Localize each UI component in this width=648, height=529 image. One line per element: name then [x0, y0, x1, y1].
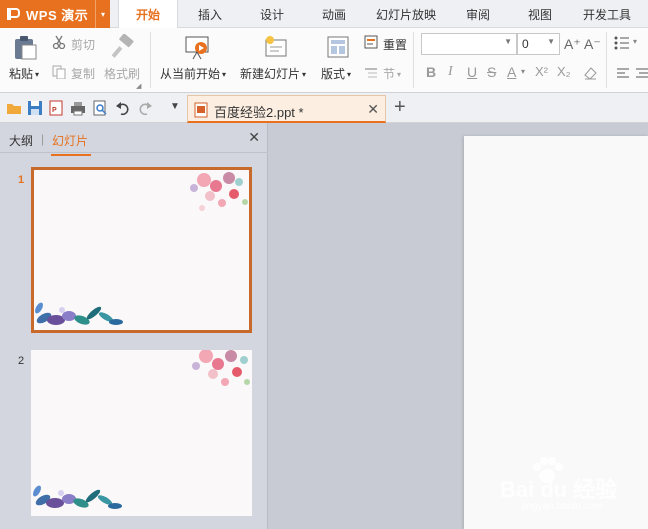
watermark-url: jingyan.baidu.com [522, 501, 603, 512]
tab-insert[interactable]: 插入 [186, 0, 234, 28]
copy-button[interactable]: 复制 [71, 65, 95, 82]
chevron-down-icon: ▼ [504, 37, 512, 46]
tab-slides[interactable]: 幻灯片 [50, 132, 92, 156]
font-name-select[interactable]: ▼ [421, 33, 517, 55]
redo-icon[interactable] [137, 100, 153, 116]
from-current-button[interactable]: 从当前开始 ▾ [160, 65, 226, 82]
font-size-select[interactable]: 0 ▼ [517, 33, 560, 55]
align-center-icon[interactable] [636, 67, 648, 79]
ribbon-divider [606, 32, 607, 88]
reset-icon[interactable] [364, 35, 378, 49]
app-menu-chevron-icon[interactable]: ▾ [95, 0, 110, 28]
scissors-icon[interactable] [52, 35, 66, 49]
new-slide-icon[interactable] [263, 34, 289, 60]
clipboard-launcher-icon[interactable]: ◢ [136, 82, 141, 90]
ribbon-toolbar: 粘贴 ▾ 剪切 复制 格式刷 从当前开始 ▾ 新建幻灯片 ▾ 版式 ▾ 重置 节… [0, 28, 648, 93]
new-slide-label: 新建幻灯片 [240, 67, 301, 81]
tab-home[interactable]: 开始 [118, 0, 178, 29]
baidu-watermark: Bai du 经验 jingyan.baidu.com [500, 457, 648, 529]
paste-button[interactable]: 粘贴 ▾ [9, 65, 39, 82]
grow-font-button[interactable]: A⁺ [564, 36, 581, 53]
save-icon[interactable] [27, 100, 43, 116]
subscript-button[interactable]: X₂ [557, 64, 571, 79]
clear-format-icon[interactable] [582, 65, 598, 81]
copy-icon[interactable] [52, 65, 66, 79]
wps-logo-icon [6, 7, 20, 21]
slide-number: 2 [18, 355, 25, 367]
tab-review[interactable]: 审阅 [454, 0, 502, 28]
superscript-button[interactable]: X² [535, 64, 548, 79]
export-pdf-icon[interactable]: P [48, 100, 64, 116]
slides-panel: 大纲 | 幻灯片 ✕ 1 2 [0, 123, 268, 529]
customize-toolbar-chevron-icon[interactable]: ▼ [170, 101, 180, 112]
layout-button[interactable]: 版式 ▾ [321, 65, 351, 82]
shrink-font-button[interactable]: A⁻ [584, 36, 601, 53]
format-painter-button[interactable]: 格式刷 [104, 65, 140, 82]
new-slide-button[interactable]: 新建幻灯片 ▾ [240, 65, 306, 82]
font-color-chevron-icon[interactable]: ▾ [521, 67, 525, 76]
app-menu-button[interactable]: WPS 演示 ▾ [0, 0, 110, 28]
paste-icon[interactable] [12, 34, 38, 60]
document-tab-name: 百度经验2.ppt * [214, 105, 304, 120]
italic-button[interactable]: I [448, 64, 453, 80]
watermark-brand: Bai du 经验 [500, 477, 618, 502]
strikethrough-button[interactable]: S [487, 64, 496, 80]
tab-design[interactable]: 设计 [248, 0, 296, 28]
bullet-list-chevron-icon[interactable]: ▾ [633, 37, 637, 46]
font-size-value: 0 [522, 37, 529, 51]
close-icon[interactable]: ✕ [248, 129, 260, 146]
paste-label: 粘贴 [9, 67, 34, 81]
quick-access-bar: P ▼ 百度经验2.ppt * ✕ + [0, 93, 648, 123]
ribbon-divider [150, 32, 151, 88]
cut-button[interactable]: 剪切 [71, 36, 95, 53]
tab-developer[interactable]: 开发工具 [576, 0, 638, 28]
panel-tab-divider: | [41, 132, 45, 146]
section-icon[interactable] [364, 66, 378, 80]
open-folder-icon[interactable] [6, 100, 22, 116]
svg-text:P: P [52, 107, 57, 114]
tab-animation[interactable]: 动画 [310, 0, 358, 28]
undo-icon[interactable] [115, 100, 131, 116]
format-painter-icon[interactable] [110, 34, 136, 60]
new-tab-button[interactable]: + [394, 96, 406, 119]
slide-thumbnail-2[interactable] [31, 350, 252, 516]
app-name: WPS 演示 [26, 7, 89, 23]
document-tab[interactable]: 百度经验2.ppt * ✕ [187, 95, 386, 123]
slide-number: 1 [18, 174, 25, 186]
tab-outline[interactable]: 大纲 [9, 132, 33, 149]
close-tab-icon[interactable]: ✕ [367, 101, 379, 118]
ppt-file-icon [194, 102, 208, 118]
print-preview-icon[interactable] [92, 100, 108, 116]
floral-decoration-image [33, 350, 250, 509]
layout-label: 版式 [321, 67, 346, 81]
ribbon-tab-bar: WPS 演示 ▾ 开始 插入 设计 动画 幻灯片放映 审阅 视图 开发工具 [0, 0, 648, 29]
floral-decoration-image [35, 172, 248, 325]
section-button[interactable]: 节 ▾ [383, 65, 401, 82]
slide-thumbnail-1[interactable] [31, 167, 252, 333]
layout-icon[interactable] [326, 34, 350, 60]
underline-button[interactable]: U [467, 64, 477, 80]
align-left-icon[interactable] [616, 67, 630, 79]
bold-button[interactable]: B [426, 64, 436, 80]
tab-slideshow[interactable]: 幻灯片放映 [370, 0, 442, 28]
ribbon-divider [413, 32, 414, 88]
from-current-label: 从当前开始 [160, 67, 221, 81]
font-color-button[interactable]: A [507, 64, 516, 80]
chevron-down-icon: ▼ [547, 37, 555, 46]
print-icon[interactable] [70, 100, 86, 116]
slides-panel-header: 大纲 | 幻灯片 ✕ [0, 123, 268, 156]
bullet-list-icon[interactable] [614, 36, 630, 50]
tab-view[interactable]: 视图 [516, 0, 564, 28]
reset-button[interactable]: 重置 [383, 36, 407, 53]
play-from-current-icon[interactable] [184, 34, 210, 60]
section-label: 节 [383, 67, 396, 81]
